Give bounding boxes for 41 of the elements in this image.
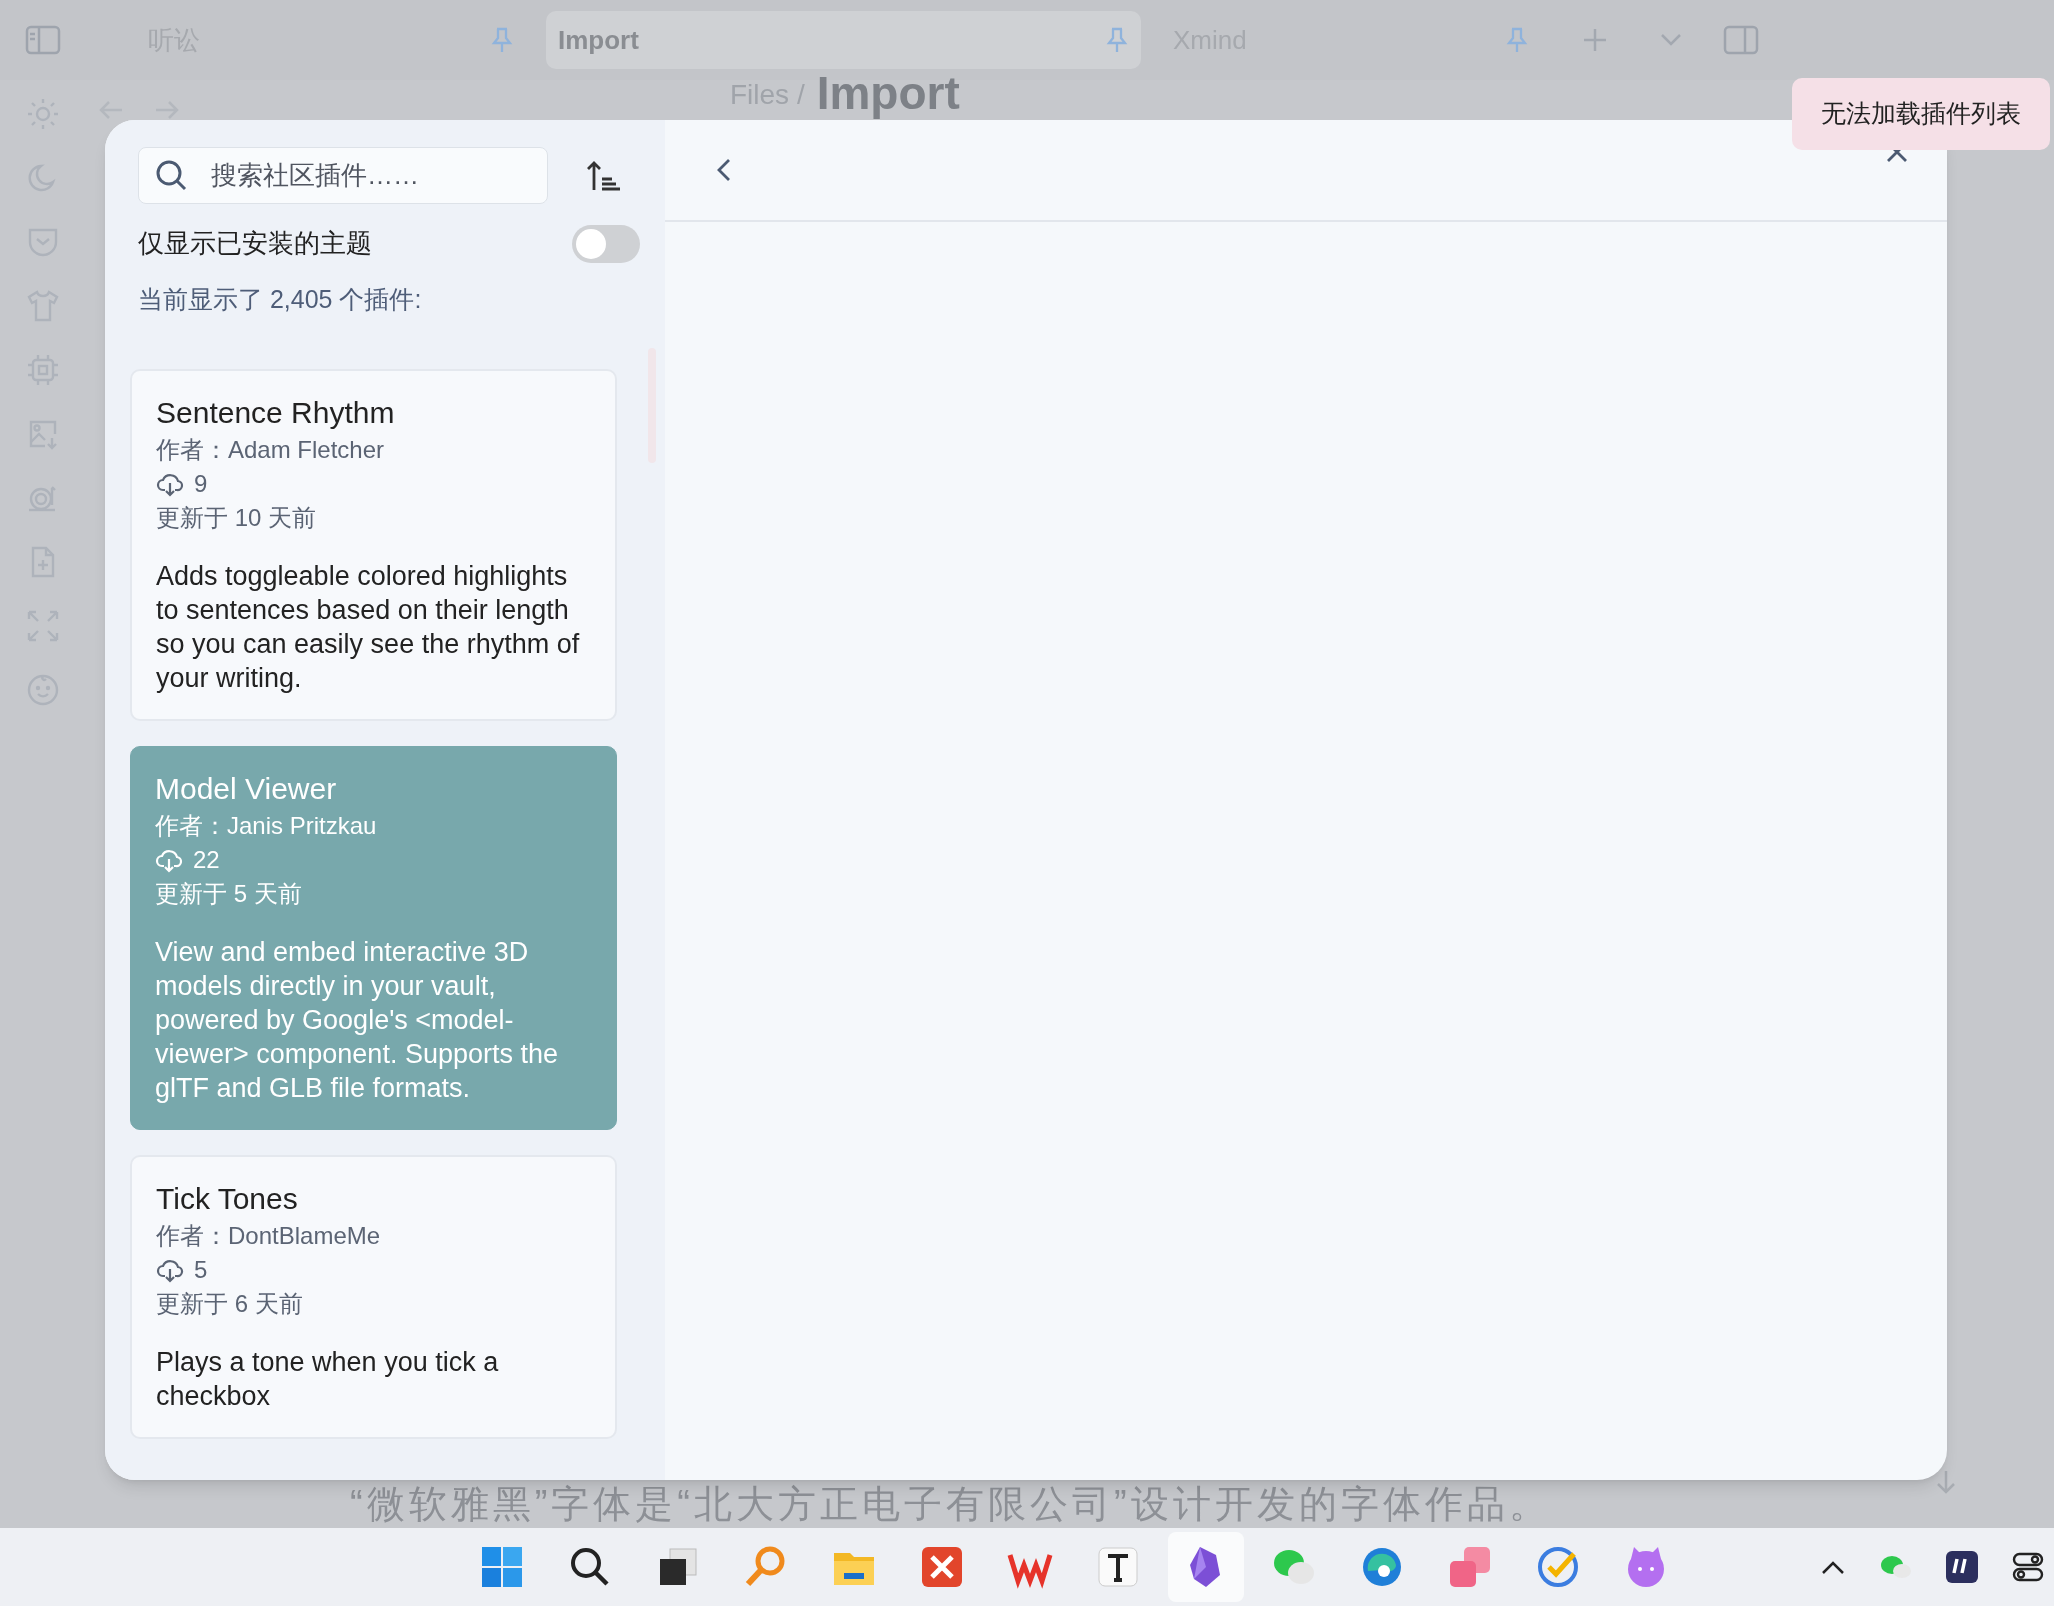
shirt-icon[interactable] (25, 288, 61, 324)
plugin-card[interactable]: Model Viewer 作者：Janis Pritzkau 22 更新于 5 天前 View and embed interactive 3D models directly in your vault, powered by Google's <model-viewer> component. Supports the glTF and GLB file formats. (130, 745, 617, 1130)
notice-toast: 无法加载插件列表 (1792, 78, 2050, 150)
back-chevron-icon[interactable] (715, 157, 733, 183)
plugin-author: 作者：Adam Fletcher (156, 434, 386, 465)
expand-icon[interactable] (25, 608, 61, 644)
tab[interactable]: Import (546, 11, 1141, 69)
plugin-count: 当前显示了 2,405 个插件: (138, 284, 423, 315)
download-count: 5 (194, 1254, 208, 1285)
search-icon (154, 158, 188, 192)
plugin-author: 作者：Janis Pritzkau (155, 810, 378, 841)
chip-icon[interactable] (25, 352, 61, 388)
settings-toggle-icon[interactable] (2012, 1552, 2044, 1582)
plugin-updated: 更新于 5 天前 (155, 878, 303, 909)
body-text: “微软雅黑”字体是“北大方正电子有限公司”设计开发的字体作品。 (350, 1482, 1551, 1526)
plugin-name: Model Viewer (155, 770, 338, 807)
search-field[interactable]: 搜索社区插件…… (138, 147, 548, 204)
plugin-description: Plays a tone when you tick a checkbox (156, 1345, 500, 1413)
new-tab-icon[interactable] (1581, 26, 1609, 54)
chevron-down-icon[interactable] (1659, 32, 1683, 48)
pin-icon[interactable] (1505, 26, 1529, 54)
quote-tray-icon[interactable] (1946, 1551, 1978, 1583)
plugin-name: Tick Tones (156, 1180, 299, 1217)
plugin-updated: 更新于 10 天前 (156, 502, 318, 533)
sun-icon[interactable] (25, 96, 61, 132)
plugin-description: Adds toggleable colored highlights to sentences based on their length so you can easily see the rhythm of your writing. (156, 559, 581, 695)
plugin-card[interactable]: Sentence Rhythm 作者：Adam Fletcher 9 更新于 10 天前 Adds toggleable colored highlights to sentences based on their length so you can easily see the rhythm of your writing. (130, 368, 617, 721)
plugin-description: View and embed interactive 3D models directly in your vault, powered by Google's <model-viewer> component. Supports the glTF and GLB file formats. (155, 935, 559, 1105)
chat-tray-icon[interactable] (1880, 1553, 1912, 1581)
plugin-card[interactable]: Tick Tones 作者：DontBlameMe 5 更新于 6 天前 Plays a tone when you tick a checkbox (130, 1154, 617, 1439)
pin-icon[interactable] (490, 26, 514, 54)
download-count: 9 (194, 468, 208, 499)
toggle-switch[interactable] (572, 224, 640, 263)
sidebar-toggle-icon[interactable] (1723, 25, 1759, 55)
toggle-label: 仅显示已安装的主题 (138, 227, 372, 260)
pin-icon[interactable] (1105, 26, 1129, 54)
plugin-updated: 更新于 6 天前 (156, 1288, 304, 1319)
baby-face-icon[interactable] (25, 672, 61, 708)
plugin-name: Sentence Rhythm (156, 394, 396, 431)
download-count: 22 (193, 844, 220, 875)
plugin-author: 作者：DontBlameMe (156, 1220, 382, 1251)
